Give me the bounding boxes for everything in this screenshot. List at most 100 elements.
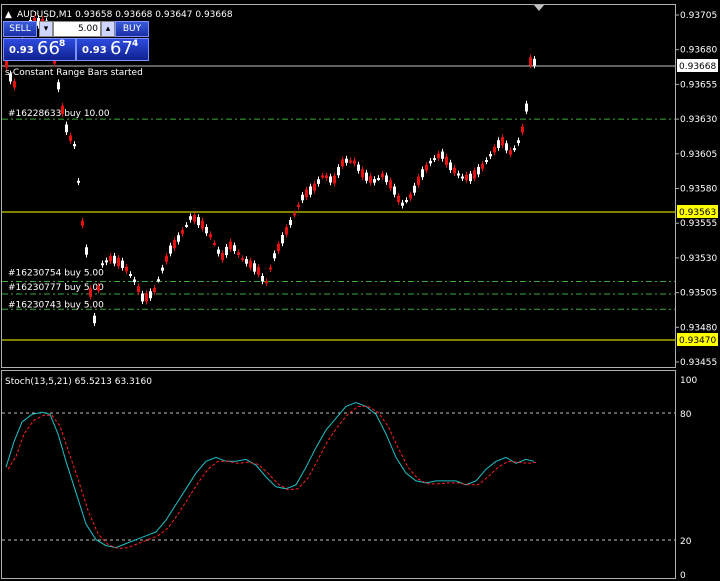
candle xyxy=(65,121,68,135)
candle xyxy=(161,264,164,274)
ask-quote[interactable]: 0.93 67 4 xyxy=(76,38,149,61)
stoch-main-line xyxy=(5,401,535,549)
candle xyxy=(217,246,220,257)
indicator-started-note: s-Constant Range Bars started xyxy=(5,68,143,78)
candle xyxy=(169,242,172,257)
candle xyxy=(361,166,364,181)
candle xyxy=(209,231,212,241)
scroll-marker-icon[interactable] xyxy=(534,5,544,11)
candle xyxy=(509,147,512,158)
candle xyxy=(489,151,492,160)
price-tick-label: 0.93555 xyxy=(680,219,717,229)
candle xyxy=(505,140,508,154)
candle xyxy=(461,173,464,182)
lot-decrease-icon[interactable]: ▾ xyxy=(39,21,53,37)
candle xyxy=(477,164,480,178)
candle xyxy=(437,150,440,162)
candle xyxy=(141,290,144,305)
candle xyxy=(185,222,188,228)
candle xyxy=(421,166,424,180)
candle xyxy=(425,161,428,174)
candle xyxy=(133,276,136,285)
chart-header: AUDUSD,M1 0.93658 0.93668 0.93647 0.9366… xyxy=(17,10,233,20)
stoch-frame xyxy=(1,370,676,579)
candle xyxy=(105,257,108,266)
stoch-label: Stoch(13,5,21) 65.5213 63.3160 xyxy=(5,377,152,387)
candle xyxy=(229,238,232,253)
candle xyxy=(381,170,384,180)
candle xyxy=(497,137,500,151)
candle xyxy=(193,212,196,225)
candle xyxy=(297,201,300,210)
candle xyxy=(73,141,76,150)
candle xyxy=(173,237,176,251)
buy-button[interactable]: BUY xyxy=(115,21,149,37)
order-label: #16230743 buy 5.00 xyxy=(8,300,104,310)
candle xyxy=(93,312,96,327)
bid-prefix: 0.93 xyxy=(9,45,34,56)
candle xyxy=(109,253,112,265)
candle xyxy=(273,250,276,262)
candle xyxy=(177,232,180,245)
current-price-tag-text: 0.93668 xyxy=(679,62,716,72)
candle xyxy=(317,176,320,187)
candle xyxy=(153,285,156,295)
candle xyxy=(113,253,116,267)
candle xyxy=(393,183,396,198)
lot-increase-icon[interactable]: ▴ xyxy=(101,21,115,37)
candle xyxy=(125,263,128,275)
candle xyxy=(385,172,388,185)
candle xyxy=(357,161,360,174)
candle xyxy=(493,144,496,156)
bid-pips: 66 xyxy=(37,38,60,59)
candle xyxy=(409,191,412,202)
price-tick-label: 0.93455 xyxy=(680,358,717,368)
lot-size-input[interactable] xyxy=(53,21,101,37)
candle xyxy=(513,145,516,152)
candle xyxy=(197,214,200,228)
candle xyxy=(405,197,408,204)
candle xyxy=(225,244,228,258)
stoch-tick-0: 0 xyxy=(680,571,686,581)
price-tick-label: 0.93530 xyxy=(680,254,717,264)
candle xyxy=(389,177,392,192)
candle xyxy=(301,191,304,204)
price-tick-label: 0.93705 xyxy=(680,11,717,21)
candle xyxy=(449,159,452,173)
candle xyxy=(373,176,376,186)
symbol-dropdown-icon[interactable]: ▲ xyxy=(5,10,12,20)
price-tick-label: 0.93655 xyxy=(680,80,717,90)
candle xyxy=(369,173,372,186)
chart-canvas[interactable]: ▲ AUDUSD,M1 0.93658 0.93668 0.93647 0.93… xyxy=(0,0,720,581)
candle xyxy=(417,173,420,188)
candle xyxy=(237,249,240,258)
candle xyxy=(453,165,456,177)
candle xyxy=(285,224,288,238)
candle xyxy=(221,250,224,263)
candle xyxy=(189,213,192,223)
level-low-tag-text: 0.93470 xyxy=(679,336,716,346)
sell-button[interactable]: SELL xyxy=(3,21,37,37)
candle xyxy=(257,264,260,278)
candle xyxy=(465,172,468,183)
candle xyxy=(81,217,84,229)
candle xyxy=(501,134,504,149)
candle xyxy=(101,260,104,268)
candle xyxy=(429,158,432,167)
candle xyxy=(137,283,140,295)
candle xyxy=(469,170,472,184)
candle xyxy=(241,255,244,262)
price-tick-label: 0.93680 xyxy=(680,46,717,56)
bid-quote[interactable]: 0.93 66 8 xyxy=(3,38,76,61)
candle xyxy=(57,79,60,93)
candle xyxy=(365,169,368,184)
candle xyxy=(121,257,124,271)
candle xyxy=(277,240,280,255)
one-click-trading-panel: SELL ▾ ▴ BUY 0.93 66 8 0.93 67 4 xyxy=(3,21,149,61)
candle xyxy=(337,164,340,179)
candle xyxy=(457,170,460,179)
candle xyxy=(265,278,268,287)
candle xyxy=(149,288,152,301)
candle xyxy=(205,224,208,237)
candle xyxy=(517,137,520,146)
